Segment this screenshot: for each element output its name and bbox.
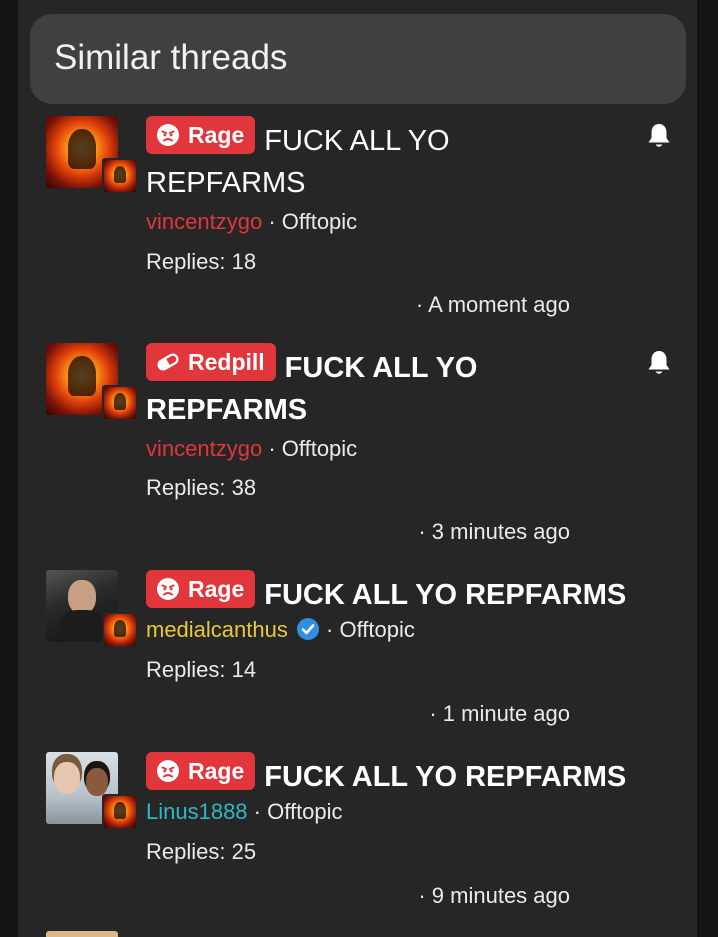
author-link[interactable]: medialcanthus [146, 617, 288, 642]
verified-badge-icon [296, 618, 319, 640]
forum-link[interactable]: Offtopic [282, 209, 357, 234]
author-link[interactable]: Linus1888 [146, 799, 248, 824]
bell-icon[interactable] [646, 349, 672, 377]
author-link[interactable]: vincentzygo [146, 209, 262, 234]
bell-icon[interactable] [646, 122, 672, 150]
thread-title-continued[interactable]: REPFARMS [146, 161, 656, 206]
angry-face-icon [156, 577, 180, 601]
section-title: Similar threads [54, 38, 288, 77]
forum-link[interactable]: Offtopic [339, 617, 414, 642]
prefix-badge-rage[interactable]: Rage [146, 116, 256, 154]
thread-title[interactable]: Rage FUCK ALL YO REPFARMS [146, 570, 656, 618]
thread-avatars [46, 570, 138, 662]
forum-link[interactable]: Offtopic [282, 436, 357, 461]
author-link[interactable]: vincentzygo [146, 436, 262, 461]
thread-title[interactable]: Redpill FUCK ALL YO [146, 343, 656, 391]
last-poster-avatar[interactable] [102, 158, 138, 194]
last-post-time[interactable]: · 3 minutes ago [418, 517, 570, 547]
last-post-time[interactable]: · 1 minute ago [429, 699, 570, 729]
thread-meta: vincentzygo · Offtopic [146, 209, 358, 234]
last-poster-avatar[interactable] [102, 794, 138, 830]
next-thread-avatar-partial [46, 931, 118, 937]
reply-count: Replies: 14 [146, 657, 257, 682]
thread-avatars [46, 116, 138, 208]
reply-count: Replies: 18 [146, 249, 257, 274]
angry-face-icon [156, 759, 180, 783]
prefix-badge-rage[interactable]: Rage [146, 570, 256, 608]
thread-title-continued[interactable]: REPFARMS [146, 388, 656, 433]
reply-count: Replies: 25 [146, 839, 257, 864]
reply-count: Replies: 38 [146, 475, 257, 500]
prefix-badge-redpill[interactable]: Redpill [146, 343, 276, 381]
thread-avatars [46, 752, 138, 844]
last-post-time[interactable]: · 9 minutes ago [418, 881, 570, 911]
last-poster-avatar[interactable] [102, 612, 138, 648]
angry-face-icon [156, 123, 180, 147]
thread-title[interactable]: Rage FUCK ALL YO [146, 116, 656, 164]
thread-meta: Linus1888 · Offtopic [146, 799, 343, 824]
last-post-time[interactable]: · A moment ago [416, 290, 570, 320]
last-poster-avatar[interactable] [102, 385, 138, 421]
forum-link[interactable]: Offtopic [267, 799, 342, 824]
thread-meta: medialcanthus · Offtopic [146, 617, 415, 642]
prefix-badge-rage[interactable]: Rage [146, 752, 256, 790]
similar-threads-header: Similar threads [30, 14, 686, 104]
thread-avatars [46, 343, 138, 435]
thread-title[interactable]: Rage FUCK ALL YO REPFARMS [146, 752, 656, 800]
pill-icon [156, 350, 180, 374]
thread-meta: vincentzygo · Offtopic [146, 436, 358, 461]
